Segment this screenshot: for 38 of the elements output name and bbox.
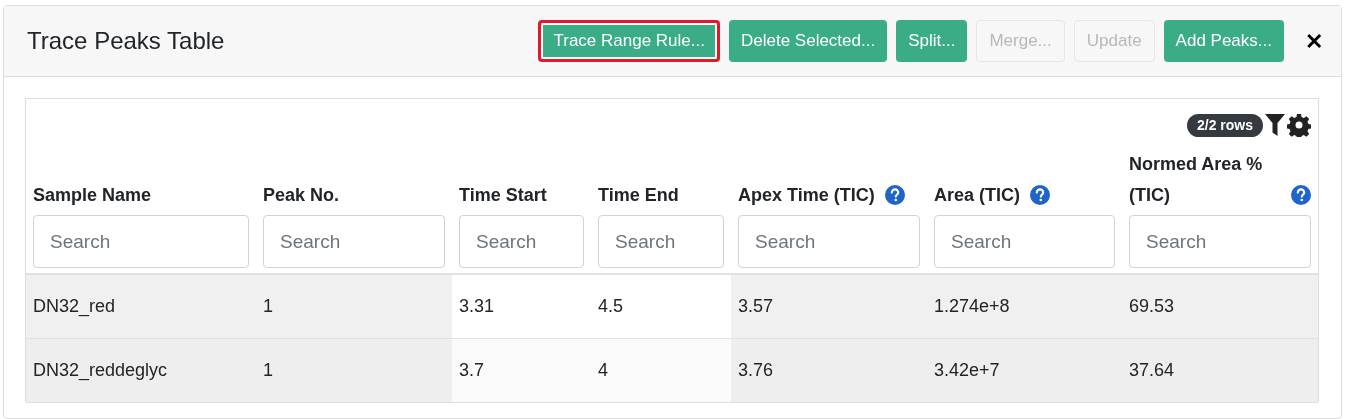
table-cell: DN32_red <box>26 275 256 338</box>
table-cell: 1 <box>256 275 452 338</box>
column-header: Area (TIC) <box>934 184 1020 207</box>
settings-icon[interactable] <box>1287 113 1311 137</box>
table-cell: 4 <box>591 339 731 402</box>
table-cell: 1 <box>256 339 452 402</box>
row-count-badge: 2/2 rows <box>1186 113 1263 137</box>
help-icon[interactable] <box>1030 185 1050 205</box>
search-field[interactable]: Search <box>738 215 920 268</box>
table-cell: 3.57 <box>731 275 927 338</box>
table-cell: 69.53 <box>1122 275 1318 338</box>
table-cell: 3.7 <box>452 339 591 402</box>
dialog-title: Trace Peaks Table <box>27 26 226 56</box>
column-header: Time Start <box>459 184 547 207</box>
column-header: Normed Area % (TIC) <box>1129 153 1264 207</box>
search-field[interactable]: Search <box>459 215 584 268</box>
search-field[interactable]: Search <box>33 215 249 268</box>
column-header: Peak No. <box>263 184 340 207</box>
help-icon[interactable] <box>884 185 905 205</box>
search-field[interactable]: Search <box>1129 215 1311 268</box>
search-field[interactable]: Search <box>598 215 724 268</box>
toolbar-button[interactable]: Trace Range Rule... <box>538 20 720 62</box>
table-cell: DN32_reddeglyc <box>26 339 256 402</box>
table-cell: 3.76 <box>731 339 927 402</box>
toolbar-button[interactable]: Delete Selected... <box>728 20 888 62</box>
table-cell: 37.64 <box>1122 339 1318 402</box>
table-cell: 1.274e+8 <box>927 275 1122 338</box>
column-header: Apex Time (TIC) <box>738 184 875 207</box>
filter-icon[interactable] <box>1265 114 1285 136</box>
search-field[interactable]: Search <box>934 215 1115 268</box>
close-button[interactable]: ✕ <box>1305 24 1323 58</box>
help-icon[interactable] <box>1291 185 1311 205</box>
column-header: Time End <box>598 184 679 207</box>
toolbar-button[interactable]: Add Peaks... <box>1163 20 1284 62</box>
column-header: Sample Name <box>33 184 152 207</box>
toolbar-button[interactable]: Split... <box>896 20 968 62</box>
search-field[interactable]: Search <box>263 215 445 268</box>
table-cell: 3.42e+7 <box>927 339 1122 402</box>
